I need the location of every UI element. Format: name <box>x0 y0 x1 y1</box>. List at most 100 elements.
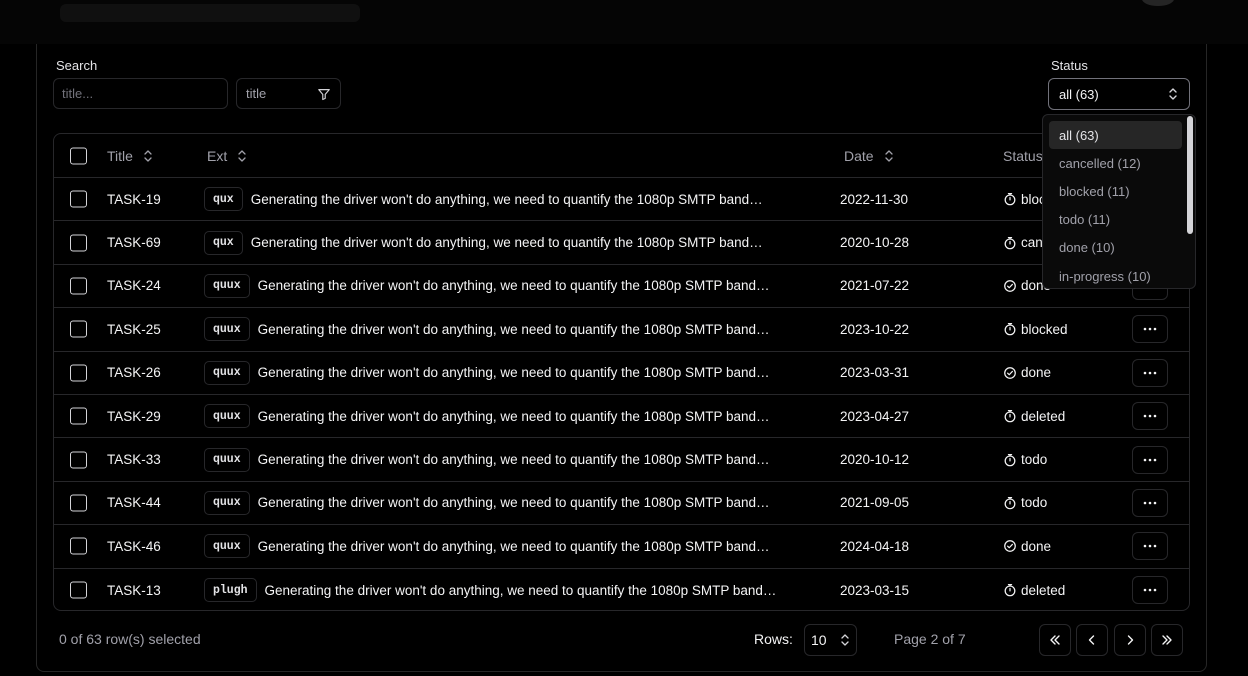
rows-per-page-label: Rows: <box>754 631 793 647</box>
table-row[interactable]: TASK-33 quux Generating the driver won't d… <box>54 438 1189 482</box>
previous-page-button[interactable] <box>1076 624 1108 656</box>
ext-badge: quux <box>204 534 250 559</box>
search-field-value: title <box>246 86 267 101</box>
row-checkbox[interactable] <box>70 537 87 555</box>
chevron-up-down-icon <box>841 634 849 646</box>
status-filter-select[interactable]: all (63) <box>1048 78 1190 110</box>
status-dropdown-menu: all (63) cancelled (12) blocked (11) todo (… <box>1042 114 1196 289</box>
task-title: Generating the driver won't do anything,… <box>257 452 774 468</box>
row-actions-button[interactable] <box>1132 488 1168 517</box>
task-date: 2020-10-28 <box>840 235 910 251</box>
sort-icon <box>238 150 246 162</box>
row-actions-button[interactable] <box>1132 402 1168 431</box>
first-page-button[interactable] <box>1039 624 1071 656</box>
ext-badge: qux <box>204 230 243 255</box>
task-date: 2022-11-30 <box>840 191 909 207</box>
table-row[interactable]: TASK-69 qux Generating the driver won't do… <box>54 221 1189 265</box>
table-row[interactable]: TASK-44 quux Generating the driver won't d… <box>54 482 1189 526</box>
row-checkbox[interactable] <box>70 234 87 252</box>
status-cell: todo <box>1003 438 1047 480</box>
sort-icon <box>884 150 893 162</box>
rows-per-page-select[interactable]: 10 <box>804 624 857 656</box>
rows-per-page-value: 10 <box>811 632 827 648</box>
row-checkbox[interactable] <box>70 494 87 512</box>
task-title: Generating the driver won't do anything,… <box>257 365 774 381</box>
task-status: blocked <box>1021 321 1068 337</box>
title-cell: qux Generating the driver won't do anythi… <box>204 221 767 263</box>
task-date: 2023-04-27 <box>840 408 910 424</box>
status-option[interactable]: cancelled (12) <box>1049 149 1182 177</box>
column-header-status-label: Status <box>1003 148 1043 164</box>
ext-badge: plugh <box>204 578 257 603</box>
status-cell: done <box>1003 352 1051 394</box>
next-page-button[interactable] <box>1114 624 1146 656</box>
status-option[interactable]: blocked (11) <box>1049 177 1182 205</box>
search-input[interactable] <box>53 78 228 109</box>
row-actions-button[interactable] <box>1132 532 1168 561</box>
table-row[interactable]: TASK-29 quux Generating the driver won't d… <box>54 395 1189 439</box>
status-option[interactable]: in-progress (10) <box>1049 262 1182 288</box>
row-actions-button[interactable] <box>1132 358 1168 387</box>
more-horizontal-icon <box>1143 588 1157 592</box>
column-header-status[interactable]: Status <box>1003 134 1043 178</box>
task-id: TASK-13 <box>107 582 161 598</box>
more-horizontal-icon <box>1143 328 1157 331</box>
row-checkbox[interactable] <box>70 407 87 425</box>
row-actions-button[interactable] <box>1132 315 1168 344</box>
table-row[interactable]: TASK-13 plugh Generating the driver won't … <box>54 569 1189 610</box>
more-horizontal-icon <box>1143 545 1157 548</box>
task-date: 2021-07-22 <box>840 278 910 294</box>
table-row[interactable]: TASK-46 quux Generating the driver won't d… <box>54 525 1189 569</box>
task-date: 2023-10-22 <box>840 321 910 337</box>
dropdown-scrollbar[interactable] <box>1187 116 1193 234</box>
task-title: Generating the driver won't do anything,… <box>257 321 774 337</box>
status-option[interactable]: done (10) <box>1049 234 1182 262</box>
title-cell: quux Generating the driver won't do anyth… <box>204 265 774 307</box>
status-option[interactable]: todo (11) <box>1049 206 1182 234</box>
more-horizontal-icon <box>1143 414 1157 418</box>
status-option[interactable]: all (63) <box>1049 121 1182 149</box>
status-cell: done <box>1003 525 1051 567</box>
column-header-date[interactable]: Date <box>844 134 894 178</box>
task-id: TASK-33 <box>107 452 161 468</box>
row-checkbox[interactable] <box>70 364 87 382</box>
task-title: Generating the driver won't do anything,… <box>257 495 774 511</box>
timer-icon <box>1003 496 1017 510</box>
table-row[interactable]: TASK-19 qux Generating the driver won't do… <box>54 178 1189 222</box>
select-all-checkbox[interactable] <box>70 147 87 164</box>
timer-icon <box>1003 236 1017 250</box>
row-checkbox[interactable] <box>70 277 87 295</box>
column-header-title[interactable]: Title <box>107 134 153 178</box>
title-cell: quux Generating the driver won't do anyth… <box>204 352 774 394</box>
row-checkbox[interactable] <box>70 190 87 208</box>
search-field-select[interactable]: title <box>236 78 341 109</box>
check-circle-icon <box>1003 539 1017 553</box>
task-date: 2023-03-15 <box>840 582 910 598</box>
row-actions-button[interactable] <box>1132 445 1168 474</box>
chevrons-right-icon <box>1162 635 1172 645</box>
column-header-ext-label: Ext <box>207 148 228 164</box>
table-row[interactable]: TASK-26 quux Generating the driver won't d… <box>54 352 1189 395</box>
row-checkbox[interactable] <box>70 320 87 338</box>
chevron-right-icon <box>1127 635 1134 645</box>
last-page-button[interactable] <box>1151 624 1183 656</box>
more-horizontal-icon <box>1143 501 1157 505</box>
sort-icon <box>144 150 152 162</box>
task-date: 2020-10-12 <box>840 452 910 468</box>
filter-icon <box>318 88 330 100</box>
avatar[interactable] <box>1142 0 1174 6</box>
ext-badge: quux <box>204 490 250 515</box>
row-checkbox[interactable] <box>70 581 87 599</box>
task-title: Generating the driver won't do anything,… <box>264 582 781 598</box>
column-header-ext[interactable]: Ext <box>207 134 247 178</box>
chevron-left-icon <box>1088 635 1095 645</box>
page-indicator: Page 2 of 7 <box>894 631 966 647</box>
row-checkbox[interactable] <box>70 451 87 469</box>
task-id: TASK-19 <box>107 191 161 207</box>
status-filter-value: all (63) <box>1059 86 1099 102</box>
task-status: deleted <box>1021 408 1066 424</box>
table-row[interactable]: TASK-24 quux Generating the driver won't d… <box>54 265 1189 309</box>
table-row[interactable]: TASK-25 quux Generating the driver won't d… <box>54 308 1189 352</box>
row-actions-button[interactable] <box>1132 576 1168 605</box>
status-cell: todo <box>1003 482 1047 524</box>
